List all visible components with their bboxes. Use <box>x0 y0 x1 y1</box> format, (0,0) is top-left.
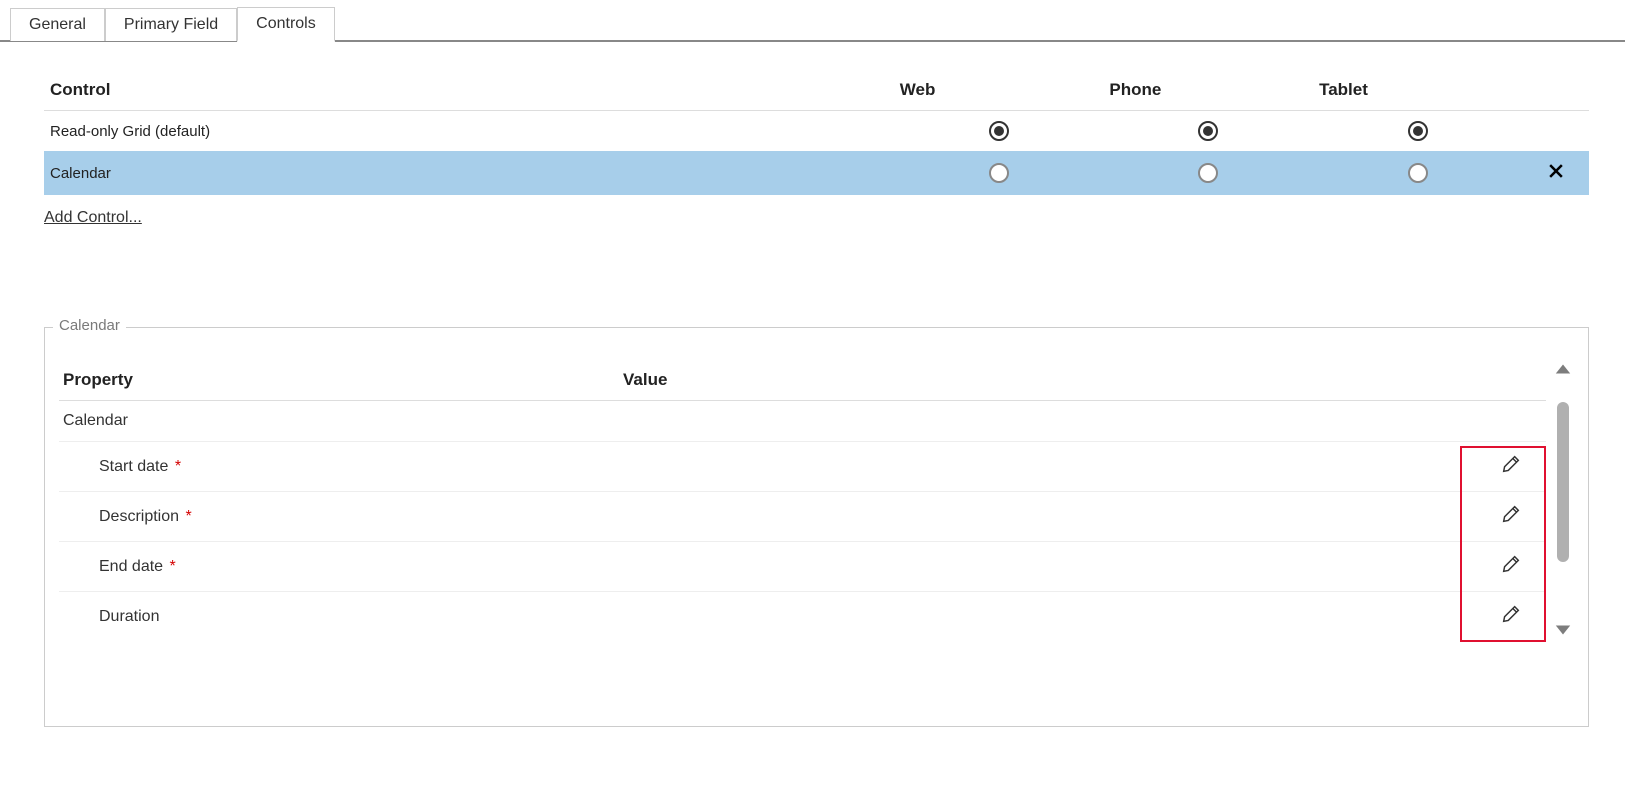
tab-primary-field[interactable]: Primary Field <box>105 8 237 41</box>
required-indicator: * <box>170 458 181 475</box>
property-group-legend: Calendar <box>53 317 126 334</box>
controls-header-delete <box>1523 72 1589 111</box>
property-row: Start date * <box>59 442 1546 492</box>
required-indicator: * <box>181 508 192 525</box>
controls-header-web: Web <box>894 72 1104 111</box>
pencil-icon <box>1500 553 1522 575</box>
property-row: End date * <box>59 542 1546 592</box>
controls-header-phone: Phone <box>1103 72 1313 111</box>
controls-table: Control Web Phone Tablet Read-only Grid … <box>44 72 1589 195</box>
required-indicator: * <box>165 558 176 575</box>
tab-general[interactable]: General <box>10 8 105 41</box>
edit-property-button[interactable] <box>1500 503 1522 525</box>
radio-web[interactable] <box>989 163 1009 183</box>
radio-tablet[interactable] <box>1408 163 1428 183</box>
remove-control-button[interactable] <box>1546 161 1566 181</box>
property-label: Start date * <box>63 458 181 476</box>
edit-property-button[interactable] <box>1500 553 1522 575</box>
property-row: Description * <box>59 492 1546 542</box>
property-group: Calendar Property Value <box>44 327 1589 727</box>
radio-phone[interactable] <box>1198 121 1218 141</box>
add-control-link[interactable]: Add Control... <box>44 209 142 227</box>
property-header-property: Property <box>59 362 619 401</box>
scroll-down-button[interactable] <box>1554 623 1572 641</box>
controls-header-tablet: Tablet <box>1313 72 1523 111</box>
scroll-thumb[interactable] <box>1557 402 1569 562</box>
radio-phone[interactable] <box>1198 163 1218 183</box>
controls-row[interactable]: Calendar <box>44 151 1589 195</box>
main-content: Control Web Phone Tablet Read-only Grid … <box>0 42 1625 727</box>
pencil-icon <box>1500 503 1522 525</box>
controls-header-control: Control <box>44 72 894 111</box>
property-label: Calendar <box>63 412 128 429</box>
tab-controls[interactable]: Controls <box>237 7 335 42</box>
triangle-down-icon <box>1554 623 1572 637</box>
property-label: Duration <box>63 608 159 626</box>
property-row: Calendar <box>59 401 1546 442</box>
property-row: Duration <box>59 592 1546 642</box>
property-label: End date * <box>63 558 176 576</box>
triangle-up-icon <box>1554 362 1572 376</box>
pencil-icon <box>1500 453 1522 475</box>
radio-tablet[interactable] <box>1408 121 1428 141</box>
close-icon <box>1546 161 1566 181</box>
edit-property-button[interactable] <box>1500 453 1522 475</box>
pencil-icon <box>1500 603 1522 625</box>
scroll-up-button[interactable] <box>1554 362 1572 380</box>
property-label: Description * <box>63 508 192 526</box>
property-header-value: Value <box>619 362 1476 401</box>
control-name: Read-only Grid (default) <box>44 111 894 152</box>
controls-row[interactable]: Read-only Grid (default) <box>44 111 1589 152</box>
scrollbar[interactable] <box>1552 362 1574 641</box>
edit-property-button[interactable] <box>1500 603 1522 625</box>
control-name: Calendar <box>44 151 894 195</box>
tab-bar: General Primary Field Controls <box>0 0 1625 42</box>
radio-web[interactable] <box>989 121 1009 141</box>
property-table: Property Value Calendar <box>59 362 1546 641</box>
